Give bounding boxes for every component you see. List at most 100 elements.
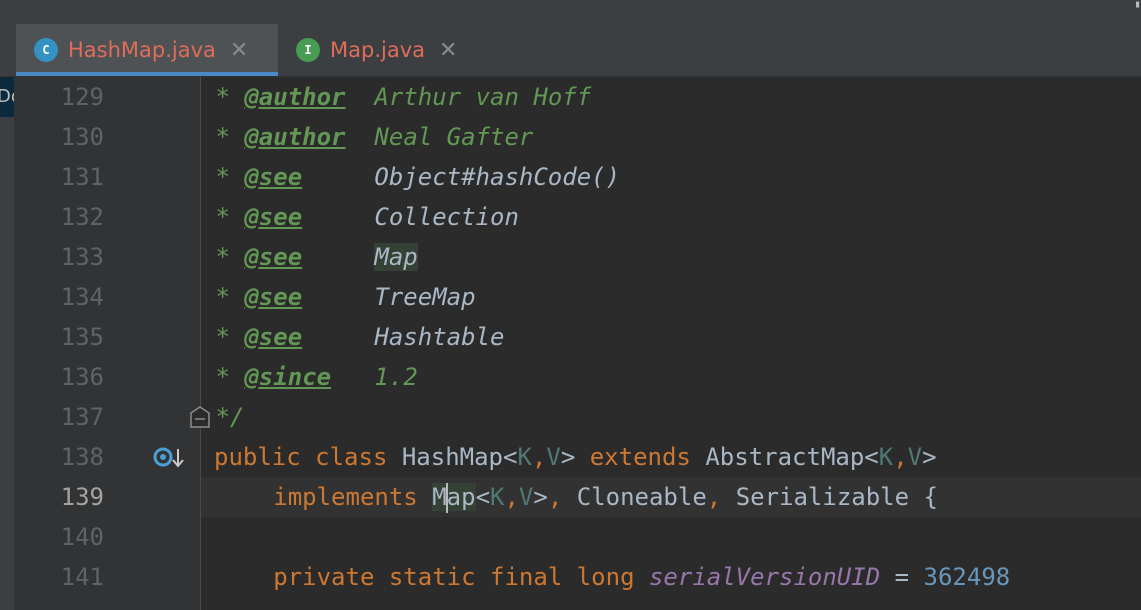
line-number: 138 <box>60 443 104 471</box>
close-icon[interactable]: ✕ <box>439 38 457 63</box>
javadoc-tag: @author <box>244 83 346 111</box>
tool-window-tab[interactable]: Do <box>0 77 14 117</box>
punct: > <box>922 443 937 471</box>
operator: = <box>894 563 910 591</box>
keyword: implements <box>273 483 418 511</box>
code-line-129: * @author Arthur van Hoff <box>201 77 1141 117</box>
line-number: 131 <box>60 163 104 191</box>
type-param: V <box>518 483 534 511</box>
line-number: 140 <box>60 523 104 551</box>
line-number: 135 <box>60 323 104 351</box>
close-icon[interactable]: ✕ <box>230 38 248 63</box>
code-line-138: public class HashMap<K,V> extends Abstra… <box>214 437 1141 477</box>
punct: > <box>560 443 576 471</box>
comment-star: * <box>201 323 245 351</box>
javadoc-reference[interactable]: Collection <box>374 203 519 231</box>
type-param: V <box>546 443 561 471</box>
tab-label: HashMap.java <box>68 38 216 62</box>
keyword: extends <box>589 443 691 471</box>
interface-name[interactable]: Serializable <box>736 483 909 511</box>
class-icon: C <box>34 38 58 62</box>
interface-name-map[interactable]: Map <box>432 483 476 513</box>
code-area[interactable]: * @author Arthur van Hoff * @author Neal… <box>201 77 1141 610</box>
comment-star: * <box>201 363 245 391</box>
code-line-133: * @see Map <box>201 237 1141 277</box>
javadoc-reference[interactable]: TreeMap <box>374 283 475 311</box>
javadoc-tag: @see <box>244 203 303 231</box>
keyword: private <box>273 563 375 591</box>
line-number: 141 <box>60 563 104 591</box>
javadoc-tag: @author <box>244 123 346 151</box>
title-bar: ▗ <box>0 0 1141 25</box>
line-number: 137 <box>60 403 104 431</box>
keyword: final <box>490 563 563 591</box>
type-param: V <box>907 443 923 471</box>
comment-star: * <box>201 123 245 151</box>
tab-hashmap-java[interactable]: C HashMap.java ✕ <box>16 24 278 76</box>
type-param: K <box>878 443 894 471</box>
line-number: 132 <box>60 203 104 231</box>
keyword: public <box>214 443 301 471</box>
superclass-name[interactable]: AbstractMap <box>705 443 864 471</box>
interface-name[interactable]: Cloneable <box>577 483 707 511</box>
javadoc-reference-highlighted[interactable]: Map <box>374 243 418 271</box>
comment-star: * <box>201 283 245 311</box>
javadoc-tag: @see <box>244 283 303 311</box>
comment-end: */ <box>201 403 245 431</box>
comment-star: * <box>201 203 245 231</box>
comment-star: * <box>201 163 245 191</box>
line-number: 134 <box>60 283 104 311</box>
tool-window-strip: Do <box>0 77 14 610</box>
line-number-gutter: 129 130 131 132 133 134 135 136 137 138 … <box>14 77 201 610</box>
field-name[interactable]: serialVersionUID <box>649 563 880 591</box>
javadoc-reference[interactable]: Object#hashCode() <box>374 163 620 191</box>
javadoc-tag: @see <box>244 163 303 191</box>
code-line-139-current: implements Map<K,V>, Cloneable, Serializ… <box>201 477 1141 517</box>
line-number-current: 139 <box>60 483 104 511</box>
code-editor[interactable]: Do 129 130 131 132 133 134 135 136 137 1… <box>0 77 1141 610</box>
keyword: long <box>576 563 635 591</box>
tab-map-java[interactable]: I Map.java ✕ <box>282 24 482 76</box>
javadoc-tag: @see <box>244 243 303 271</box>
code-line-135: * @see Hashtable <box>201 317 1141 357</box>
code-line-136: * @since 1.2 <box>201 357 1141 397</box>
number-literal: 362498 <box>923 563 1011 591</box>
comma: , <box>531 443 547 471</box>
punct: < <box>864 443 879 471</box>
punct: > <box>533 483 548 511</box>
code-line-130: * @author Neal Gafter <box>201 117 1141 157</box>
implementation-gutter-icon[interactable] <box>153 443 185 471</box>
line-number: 136 <box>60 363 104 391</box>
javadoc-text: Neal Gafter <box>374 123 534 151</box>
comment-star: * <box>201 243 245 271</box>
code-line-132: * @see Collection <box>201 197 1141 237</box>
tab-label: Map.java <box>330 38 425 62</box>
punct: < <box>503 443 518 471</box>
comma: , <box>504 483 519 511</box>
javadoc-tag: @see <box>244 323 303 351</box>
code-line-134: * @see TreeMap <box>201 277 1141 317</box>
type-param: K <box>490 483 505 511</box>
keyword: static <box>388 563 476 591</box>
javadoc-tag: @since <box>244 363 332 391</box>
comment-star: * <box>201 83 245 111</box>
code-line-131: * @see Object#hashCode() <box>201 157 1141 197</box>
interface-icon: I <box>296 38 320 62</box>
code-line-137: */ <box>201 397 1141 437</box>
line-number: 129 <box>60 83 104 111</box>
comma: , <box>893 443 908 471</box>
javadoc-reference[interactable]: Hashtable <box>374 323 504 351</box>
javadoc-text: Arthur van Hoff <box>374 83 592 111</box>
corner-mark: ▗ <box>1133 0 1140 8</box>
editor-tab-bar: C HashMap.java ✕ I Map.java ✕ <box>0 24 1141 77</box>
type-param: K <box>517 443 532 471</box>
